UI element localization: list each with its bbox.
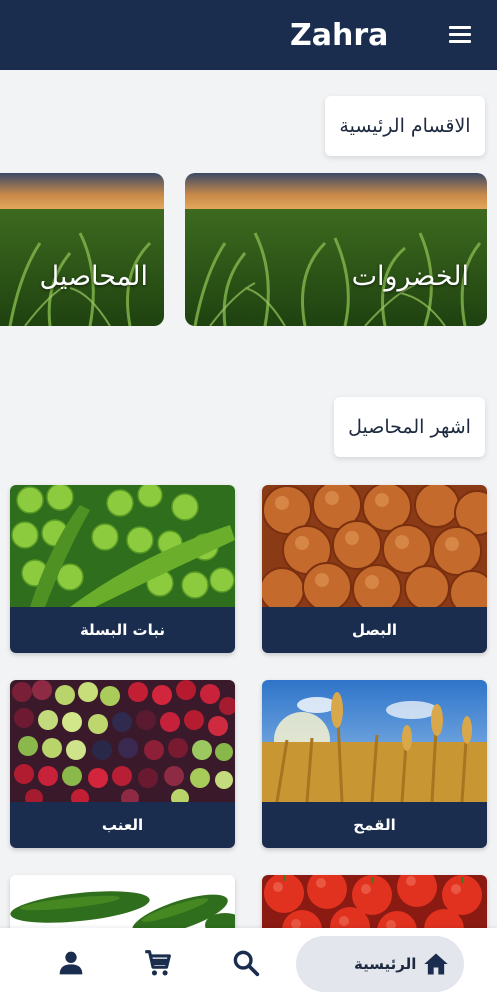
- nav-home-label: الرئيسية: [354, 955, 417, 973]
- crop-card-grapes[interactable]: العنب: [10, 680, 235, 848]
- home-icon: [424, 953, 448, 975]
- cornfield-image: [0, 173, 164, 326]
- onion-image: [262, 485, 487, 607]
- category-card-crops[interactable]: المحاصيل: [0, 173, 164, 326]
- crop-card-peas[interactable]: نبات البسلة: [10, 485, 235, 653]
- top-app-bar: Zahra: [0, 0, 497, 70]
- category-card-vegetables[interactable]: الخضروات: [185, 173, 487, 326]
- crop-label: نبات البسلة: [10, 607, 235, 653]
- wheat-image: [262, 680, 487, 802]
- grapes-image: [10, 680, 235, 802]
- category-label: الخضروات: [351, 261, 469, 292]
- profile-icon[interactable]: [54, 946, 88, 980]
- app-logo: Zahra: [290, 18, 389, 53]
- menu-icon[interactable]: [444, 22, 478, 50]
- nav-home-button[interactable]: الرئيسية: [296, 936, 464, 992]
- bottom-navigation: الرئيسية: [0, 928, 497, 1000]
- crop-label: القمح: [262, 802, 487, 848]
- peas-image: [10, 485, 235, 607]
- cornfield-image: [185, 173, 487, 326]
- crop-label: البصل: [262, 607, 487, 653]
- crop-card-onion[interactable]: البصل: [262, 485, 487, 653]
- crop-card-wheat[interactable]: القمح: [262, 680, 487, 848]
- cart-icon[interactable]: [141, 946, 175, 980]
- search-icon[interactable]: [229, 946, 263, 980]
- category-label: المحاصيل: [39, 261, 148, 292]
- top-crops-heading: اشهر المحاصيل: [334, 397, 485, 457]
- crop-label: العنب: [10, 802, 235, 848]
- main-categories-heading: الاقسام الرئيسية: [325, 96, 485, 156]
